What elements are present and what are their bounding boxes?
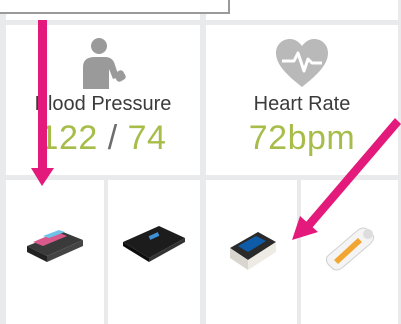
arrow-diagonal-annotation — [292, 118, 401, 240]
arrow-down-annotation — [31, 20, 54, 186]
annotation-arrows — [31, 20, 401, 240]
